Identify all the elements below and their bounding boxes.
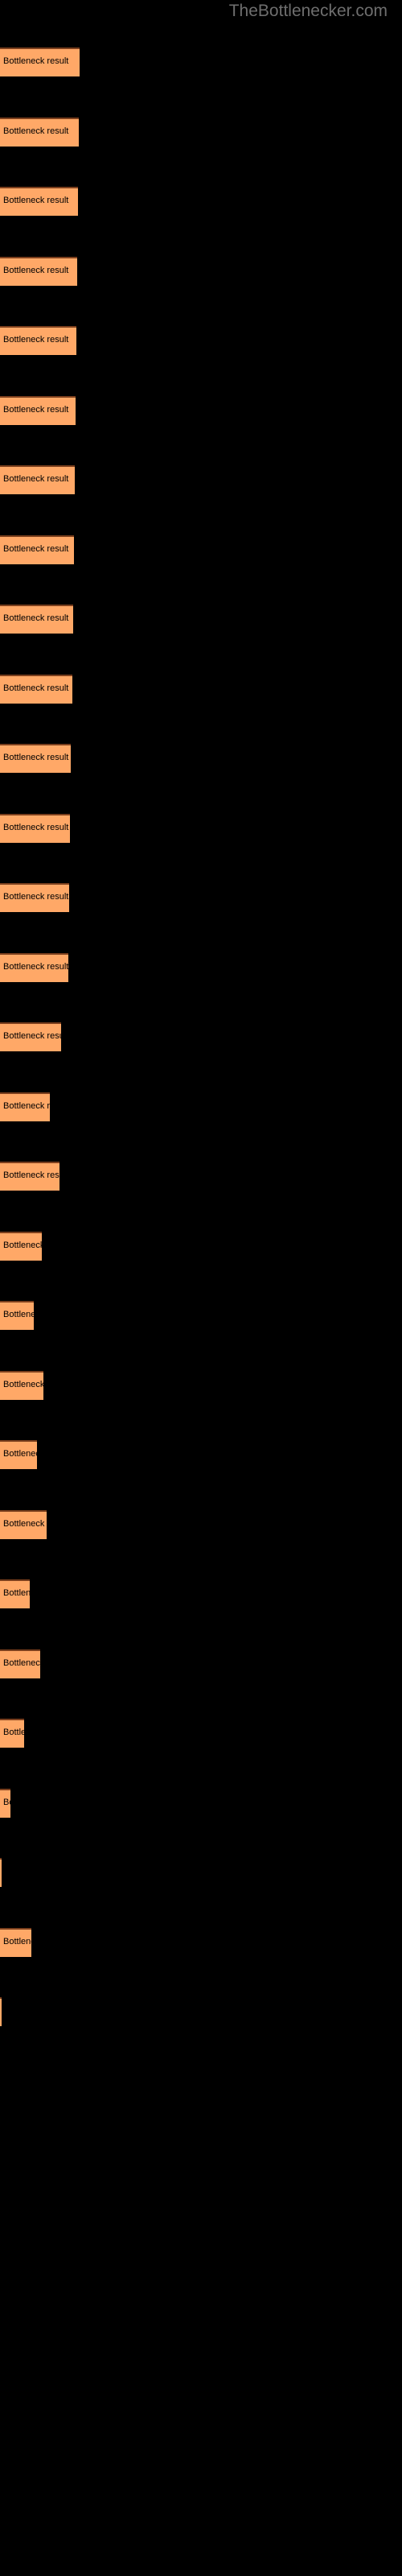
bottleneck-result-bar[interactable]: Bottleneck result [0, 47, 80, 76]
bottleneck-result-bar[interactable]: Bottleneck result [0, 883, 69, 912]
bar-row: Bottleneck result [0, 1719, 402, 1748]
bottleneck-result-bar[interactable]: Bottleneck result [0, 1231, 42, 1261]
bottleneck-result-bar[interactable]: Bottleneck result [0, 395, 76, 425]
bottleneck-result-bar[interactable]: Bottleneck result [0, 326, 76, 355]
bar-row: Bottleneck result [0, 813, 402, 843]
bottleneck-result-bar[interactable]: Bottleneck result [0, 1788, 10, 1818]
bottleneck-result-bar[interactable]: Bottleneck result [0, 1927, 31, 1957]
bar-label: Bottleneck result [3, 126, 69, 136]
bar-row: Bottleneck result [0, 1649, 402, 1678]
bottleneck-result-bar[interactable]: Bottleneck result [0, 1719, 24, 1748]
bar-row: Bottleneck result [0, 883, 402, 912]
bottleneck-chart: TheBottlenecker.com Bottleneck result Bot… [0, 0, 402, 2576]
bar-row: Bottleneck result [0, 1092, 402, 1121]
bar-label: Bottleneck result [3, 56, 69, 66]
bottleneck-result-bar[interactable]: Bottleneck result [0, 1858, 2, 1887]
bar-row: Bottleneck result [0, 535, 402, 564]
bar-label: Bottleneck result [3, 474, 69, 484]
bar-label: Bottleneck result [3, 892, 69, 902]
bottleneck-result-bar[interactable]: Bottleneck result [0, 605, 73, 634]
bar-label: Bottleneck result [3, 1240, 42, 1250]
bar-label: Bottleneck result [3, 1449, 37, 1459]
bar-label: Bottleneck result [3, 1936, 31, 1946]
bar-label: Bottleneck result [3, 1379, 43, 1389]
bottleneck-result-bar[interactable]: Bottleneck result [0, 674, 72, 704]
bar-label: Bottleneck result [3, 1588, 30, 1598]
bottleneck-result-bar[interactable]: Bottleneck result [0, 1301, 34, 1330]
bottleneck-result-bar[interactable]: Bottleneck result [0, 1092, 50, 1121]
bar-label: Bottleneck result [3, 613, 69, 623]
bar-row: Bottleneck result [0, 1858, 402, 1887]
bar-row: Bottleneck result [0, 326, 402, 355]
bottleneck-result-bar[interactable]: Bottleneck result [0, 813, 70, 843]
bar-label: Bottleneck result [3, 822, 69, 832]
bar-row: Bottleneck result [0, 952, 402, 982]
bar-label: Bottleneck result [3, 1170, 59, 1180]
bottleneck-result-bar[interactable]: Bottleneck result [0, 1022, 61, 1051]
bottleneck-result-bar[interactable]: Bottleneck result [0, 535, 74, 564]
bar-row: Bottleneck result [0, 605, 402, 634]
bottleneck-result-bar[interactable]: Bottleneck result [0, 465, 75, 494]
bar-row: Bottleneck result [0, 1301, 402, 1330]
bar-row: Bottleneck result [0, 1579, 402, 1608]
bar-label: Bottleneck result [3, 1310, 34, 1319]
bar-row: Bottleneck result [0, 187, 402, 216]
bar-row: Bottleneck result [0, 117, 402, 147]
bar-row: Bottleneck result [0, 1509, 402, 1539]
bottleneck-result-bar[interactable]: Bottleneck result [0, 117, 79, 147]
bottleneck-result-bar[interactable]: Bottleneck result [0, 1997, 2, 2026]
bar-row: Bottleneck result [0, 744, 402, 773]
bottleneck-result-bar[interactable]: Bottleneck result [0, 952, 68, 982]
bar-row: Bottleneck result [0, 1440, 402, 1469]
bottleneck-result-bar[interactable]: Bottleneck result [0, 1162, 59, 1191]
bar-label: Bottleneck result [3, 1657, 40, 1668]
bar-row: Bottleneck result [0, 47, 402, 76]
bar-label: Bottleneck result [3, 543, 69, 554]
bar-label: Bottleneck result [3, 196, 69, 205]
bar-row: Bottleneck result [0, 256, 402, 286]
bar-row: Bottleneck result [0, 1231, 402, 1261]
bar-label: Bottleneck result [3, 265, 69, 275]
bar-row: Bottleneck result [0, 395, 402, 425]
bottleneck-result-bar[interactable]: Bottleneck result [0, 1440, 37, 1469]
bar-label: Bottleneck result [3, 1100, 50, 1111]
bar-label: Bottleneck result [3, 753, 69, 762]
bar-label: Bottleneck result [3, 961, 68, 972]
bottleneck-result-bar[interactable]: Bottleneck result [0, 1579, 30, 1608]
bar-row: Bottleneck result [0, 674, 402, 704]
bottleneck-result-bar[interactable]: Bottleneck result [0, 187, 78, 216]
bar-row: Bottleneck result [0, 1997, 402, 2026]
bar-label: Bottleneck result [3, 1797, 10, 1807]
bar-label: Bottleneck result [3, 1728, 24, 1737]
bottleneck-result-bar[interactable]: Bottleneck result [0, 744, 71, 773]
bar-row: Bottleneck result [0, 1370, 402, 1400]
bar-row: Bottleneck result [0, 465, 402, 494]
bar-row: Bottleneck result [0, 1162, 402, 1191]
bar-label: Bottleneck result [3, 1518, 47, 1529]
bar-row: Bottleneck result [0, 1022, 402, 1051]
bottleneck-result-bar[interactable]: Bottleneck result [0, 1370, 43, 1400]
bar-label: Bottleneck result [3, 335, 69, 345]
bar-label: Bottleneck result [3, 683, 69, 693]
bottleneck-result-bar[interactable]: Bottleneck result [0, 256, 77, 286]
bar-row: Bottleneck result [0, 1788, 402, 1818]
bottleneck-result-bar[interactable]: Bottleneck result [0, 1509, 47, 1539]
bar-label: Bottleneck result [3, 404, 69, 415]
bar-row: Bottleneck result [0, 1927, 402, 1957]
bar-list: Bottleneck result Bottleneck result Bottle… [0, 0, 402, 2576]
bottleneck-result-bar[interactable]: Bottleneck result [0, 1649, 40, 1678]
bar-label: Bottleneck result [3, 1031, 61, 1041]
